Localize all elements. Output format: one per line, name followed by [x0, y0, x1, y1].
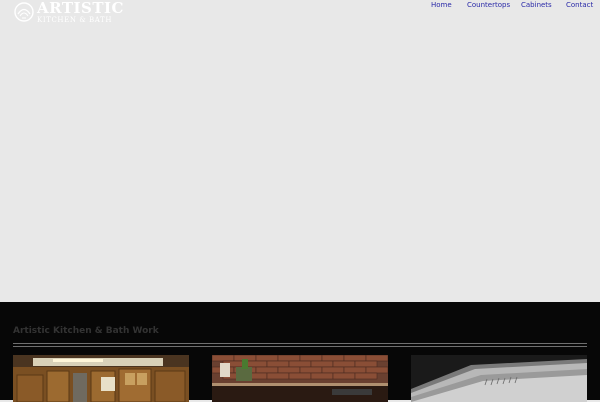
- section-title: Artistic Kitchen & Bath Work: [13, 326, 159, 336]
- divider: [13, 343, 587, 344]
- divider: [13, 346, 587, 347]
- nav-link-contact[interactable]: Contact: [566, 1, 596, 9]
- hero-area: [0, 0, 600, 302]
- gallery-thumbnail-kitchen-cabinets[interactable]: [13, 355, 189, 402]
- logo-wordmark: ARTISTIC KITCHEN & BATH: [37, 0, 124, 24]
- site-logo[interactable]: ARTISTIC KITCHEN & BATH: [14, 0, 124, 24]
- gallery-thumbnail-brick-counter[interactable]: [212, 355, 388, 402]
- work-section: Artistic Kitchen & Bath Work: [0, 302, 600, 402]
- site-header: ARTISTIC KITCHEN & BATH Home Countertops…: [0, 0, 600, 24]
- nav-link-countertops[interactable]: Countertops: [467, 1, 517, 9]
- nav-link-home[interactable]: Home: [431, 1, 461, 9]
- logo-emblem-icon: [14, 2, 34, 22]
- gallery-thumbnail-crown-molding[interactable]: [411, 355, 587, 402]
- logo-title: ARTISTIC: [37, 0, 124, 17]
- nav-link-cabinets[interactable]: Cabinets: [521, 1, 561, 9]
- logo-subtitle: KITCHEN & BATH: [37, 15, 113, 24]
